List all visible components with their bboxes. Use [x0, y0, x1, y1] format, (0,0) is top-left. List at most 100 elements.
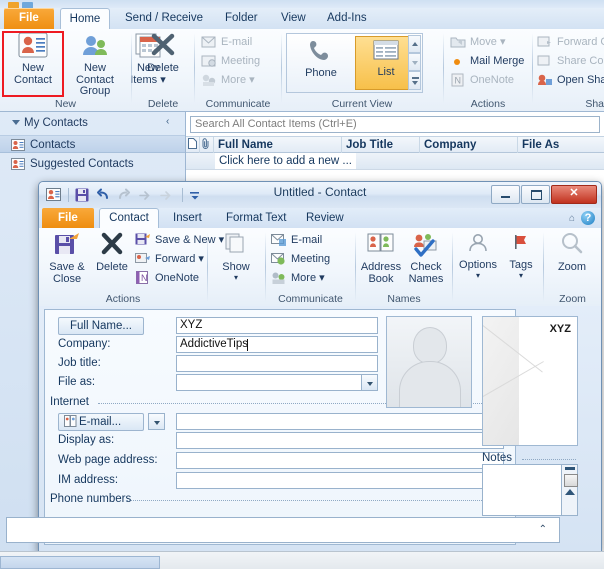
dialog-tab-contact[interactable]: Contact	[99, 208, 159, 228]
dialog-group-label-names: Names	[387, 293, 421, 305]
address-book-button[interactable]: Address Book	[358, 231, 404, 293]
phone-section-divider	[126, 500, 510, 502]
email-dropdown-button[interactable]	[148, 413, 165, 430]
add-new-contact-label[interactable]: Click here to add a new ...	[215, 153, 356, 169]
job-title-label: Job title:	[58, 357, 101, 369]
column-header-full-name[interactable]: Full Name	[214, 137, 342, 153]
dialog-group-actions: Save & Close Delete Save & New ▾ Forward…	[39, 228, 224, 306]
show-button[interactable]: Show ▾	[211, 231, 261, 293]
delete-button[interactable]: Delete	[134, 32, 192, 94]
sidebar-item-suggested-contacts[interactable]: Suggested Contacts	[0, 155, 185, 173]
mail-merge-button[interactable]: Mail Merge	[450, 53, 524, 70]
share-contacts-button[interactable]: Share Con	[537, 53, 604, 70]
meeting-button[interactable]: Meeting	[201, 53, 260, 70]
taskbar-item[interactable]	[0, 556, 160, 569]
expand-triangle-icon[interactable]	[12, 120, 20, 125]
dialog-tab-format-text[interactable]: Format Text	[217, 208, 296, 228]
sidebar-item-suggested-contacts-label: Suggested Contacts	[30, 158, 134, 170]
sidebar-item-contacts[interactable]: Contacts	[0, 135, 185, 153]
email-button[interactable]: E-mail	[201, 34, 252, 51]
dialog-email-button[interactable]: E-mail	[271, 232, 322, 249]
file-as-dropdown-button[interactable]	[361, 374, 378, 391]
dialog-meeting-button[interactable]: Meeting	[271, 251, 330, 268]
check-names-button[interactable]: Check Names	[404, 231, 448, 293]
job-title-input[interactable]	[176, 355, 378, 372]
dialog-ribbon-tabs[interactable]: File Contact Insert Format Text Review ⌂…	[39, 208, 601, 229]
display-as-input[interactable]	[176, 432, 504, 449]
web-page-address-input[interactable]	[176, 452, 504, 469]
tab-view[interactable]: View	[272, 8, 315, 29]
column-header-job-title[interactable]: Job Title	[342, 137, 420, 153]
email-icon	[271, 233, 287, 253]
collapse-ribbon-button[interactable]: ⌂	[569, 213, 575, 224]
move-button[interactable]: Move ▾	[450, 34, 505, 51]
gallery-scroll-down-button[interactable]	[408, 53, 421, 71]
phone-numbers-box[interactable]: ⌃	[6, 517, 560, 543]
gallery-more-button[interactable]	[408, 71, 421, 90]
options-button[interactable]: Options ▾	[455, 231, 501, 293]
new-contact-group-button[interactable]: New Contact Group	[64, 32, 126, 97]
notes-scrollbar[interactable]	[562, 464, 578, 516]
contact-photo-placeholder[interactable]	[386, 316, 472, 408]
search-input[interactable]: Search All Contact Items (Ctrl+E)	[190, 116, 600, 133]
view-gallery[interactable]: Phone List	[286, 33, 423, 93]
window-buttons[interactable]	[490, 185, 597, 204]
collapse-navpane-button[interactable]: ‹	[166, 116, 169, 127]
ribbon-group-new: New Contact New Contact Group New Items …	[0, 29, 166, 111]
tab-add-ins[interactable]: Add-Ins	[318, 8, 376, 29]
dialog-more-button[interactable]: More ▾	[271, 270, 325, 287]
add-new-contact-row[interactable]: Click here to add a new ...	[186, 153, 604, 170]
notes-section-header: Notes	[482, 452, 513, 464]
new-contact-group-label-1: New Contact	[76, 62, 114, 86]
column-header-attachment[interactable]	[200, 137, 214, 153]
more-button[interactable]: More ▾	[201, 72, 255, 89]
close-button[interactable]	[551, 185, 597, 204]
scroll-thumb-icon[interactable]	[564, 474, 578, 487]
business-card-preview[interactable]: XYZ	[482, 316, 578, 446]
file-as-input[interactable]	[176, 374, 378, 391]
show-dropdown-icon[interactable]: ▾	[211, 272, 261, 284]
dialog-onenote-button[interactable]: N OneNote	[135, 270, 199, 287]
scroll-up-arrow-icon[interactable]	[565, 489, 575, 495]
dialog-delete-button[interactable]: Delete	[91, 231, 133, 293]
dialog-tab-file[interactable]: File	[42, 208, 94, 228]
tab-file[interactable]: File	[4, 8, 54, 29]
column-header-file-as[interactable]: File As	[518, 137, 604, 153]
minimize-button[interactable]	[491, 185, 520, 204]
notes-textarea[interactable]	[482, 464, 562, 516]
column-header-icon[interactable]	[186, 137, 200, 153]
column-header-company[interactable]: Company	[420, 137, 518, 153]
full-name-button[interactable]: Full Name...	[58, 317, 144, 335]
forward-contact-button[interactable]: Forward C	[537, 34, 604, 51]
ribbon-group-label-current-view: Current View	[331, 98, 393, 110]
dialog-title-bar[interactable]: Untitled - Contact	[39, 182, 601, 208]
main-quick-access-toolbar[interactable]	[8, 0, 48, 9]
meeting-icon	[201, 54, 217, 74]
im-address-input[interactable]	[176, 472, 504, 489]
gallery-scrollbar[interactable]	[408, 35, 421, 91]
main-ribbon-tabs[interactable]: File Home Send / Receive Folder View Add…	[0, 8, 604, 30]
tab-send-receive[interactable]: Send / Receive	[116, 8, 212, 29]
expand-chevron-icon[interactable]: ⌃	[539, 524, 547, 535]
full-name-input[interactable]: XYZ	[176, 317, 378, 334]
dialog-tab-review[interactable]: Review	[297, 208, 353, 228]
maximize-button[interactable]	[521, 185, 550, 204]
open-shared-contacts-button[interactable]: Open Shar	[537, 72, 604, 89]
gallery-scroll-up-button[interactable]	[408, 35, 421, 53]
tags-button[interactable]: Tags ▾	[501, 231, 541, 293]
dialog-tab-insert[interactable]: Insert	[164, 208, 211, 228]
contact-group-icon	[80, 32, 110, 61]
tags-dropdown-icon[interactable]: ▾	[501, 270, 541, 282]
zoom-button[interactable]: Zoom	[547, 231, 597, 293]
save-and-close-button[interactable]: Save & Close	[43, 231, 91, 293]
help-button[interactable]: ?	[581, 211, 595, 225]
tab-home[interactable]: Home	[60, 8, 110, 29]
forward-button[interactable]: Forward ▾	[135, 251, 204, 268]
ribbon-group-label-delete: Delete	[147, 98, 179, 110]
gallery-item-phone[interactable]: Phone	[290, 36, 352, 90]
company-input[interactable]: AddictiveTips	[176, 336, 378, 353]
tab-folder[interactable]: Folder	[216, 8, 267, 29]
email-label: E-mail	[221, 36, 253, 48]
email-input[interactable]	[176, 413, 504, 430]
onenote-button[interactable]: N OneNote	[450, 72, 514, 89]
